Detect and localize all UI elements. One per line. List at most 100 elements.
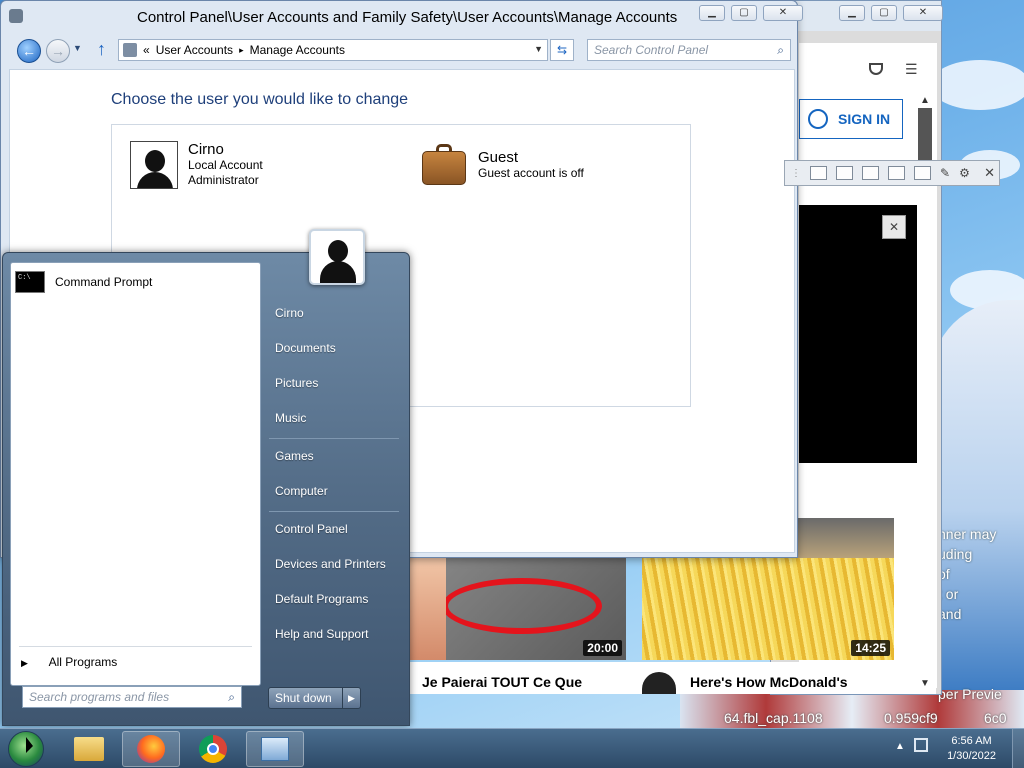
scroll-down-arrow[interactable]: ▼	[920, 678, 930, 689]
maximize-button[interactable]: ▢	[871, 5, 897, 21]
desktop-text: 64.fbl_cap.1108	[724, 710, 823, 726]
start-item-help-support[interactable]: Help and Support	[275, 627, 368, 641]
account-role: Administrator	[188, 173, 259, 187]
command-prompt-item[interactable]: C:\ Command Prompt	[15, 271, 152, 293]
breadcrumb-overflow[interactable]: «	[143, 43, 150, 57]
search-icon: ⌕	[777, 43, 784, 57]
search-control-panel-input[interactable]: Search Control Panel ⌕	[587, 39, 791, 61]
breadcrumb-user-accounts[interactable]: User Accounts	[156, 43, 233, 57]
wallpaper-art	[930, 300, 1024, 720]
page-heading: Choose the user you would like to change	[111, 91, 409, 108]
account-name: Cirno	[188, 141, 224, 158]
account-name: Guest	[478, 149, 519, 166]
start-item-user[interactable]: Cirno	[275, 306, 304, 320]
user-avatar-icon	[130, 141, 178, 189]
shutdown-options-arrow-icon[interactable]: ▶	[342, 688, 360, 708]
clock-time: 6:56 AM	[951, 735, 992, 747]
breadcrumb-manage-accounts[interactable]: Manage Accounts	[250, 43, 345, 57]
search-placeholder: Search programs and files	[29, 690, 170, 704]
video-thumbnail[interactable]: 20:00	[410, 556, 626, 660]
close-button[interactable]: ✕	[903, 5, 943, 21]
taskbar-explorer[interactable]	[60, 731, 118, 767]
minimize-button[interactable]: ▁	[839, 5, 865, 21]
up-arrow-icon[interactable]: ↑	[97, 39, 106, 60]
clock-date: 1/30/2022	[947, 750, 996, 762]
desktop-text: 6c0	[984, 710, 1007, 726]
shutdown-label: Shut down	[275, 691, 332, 705]
taskbar-control-panel[interactable]	[246, 731, 304, 767]
network-icon[interactable]	[914, 166, 931, 180]
recent-pages-dropdown-icon[interactable]: ▼	[73, 43, 82, 53]
terminal-icon: C:\	[15, 271, 45, 293]
sign-in-label: SIGN IN	[838, 111, 891, 127]
show-hidden-icons-arrow[interactable]: ▲	[895, 741, 905, 752]
sign-in-button[interactable]: SIGN IN	[799, 99, 903, 139]
chrome-icon	[199, 735, 227, 763]
cursor-icon[interactable]	[888, 166, 905, 180]
account-tile-cirno[interactable]: Cirno Local Account Administrator	[130, 141, 263, 189]
all-programs-item[interactable]: ▶ All Programs	[21, 655, 117, 669]
account-type: Local Account	[188, 158, 263, 172]
menu-icon[interactable]: ☰	[905, 61, 918, 78]
divider	[269, 511, 399, 512]
video-player[interactable]: ✕	[799, 205, 917, 463]
grip-icon[interactable]: ⋮	[791, 168, 801, 179]
user-avatar-icon[interactable]	[309, 229, 365, 285]
user-circle-icon	[808, 109, 828, 129]
start-item-control-panel[interactable]: Control Panel	[275, 522, 348, 536]
start-item-devices-printers[interactable]: Devices and Printers	[275, 557, 386, 571]
window-icon[interactable]	[810, 166, 827, 180]
start-item-computer[interactable]: Computer	[275, 484, 328, 498]
pocket-icon[interactable]	[869, 63, 883, 75]
system-clock[interactable]: 6:56 AM 1/30/2022	[947, 734, 996, 764]
close-icon[interactable]: ✕	[984, 165, 995, 181]
account-tile-guest[interactable]: Guest Guest account is off	[420, 141, 584, 189]
start-item-games[interactable]: Games	[275, 449, 314, 463]
desktop-text: per Previe	[938, 686, 1002, 702]
control-panel-icon	[261, 737, 289, 761]
all-programs-label: All Programs	[48, 655, 118, 669]
address-dropdown-icon[interactable]: ▼	[534, 44, 543, 54]
monitor-icon[interactable]	[862, 166, 879, 180]
shutdown-button[interactable]: Shut down ▶	[268, 687, 361, 709]
desktop-text: uding	[938, 546, 973, 562]
show-desktop-button[interactable]	[1012, 729, 1024, 768]
search-placeholder: Search Control Panel	[594, 43, 709, 57]
forward-arrow-icon[interactable]: →	[46, 39, 70, 63]
start-item-documents[interactable]: Documents	[275, 341, 336, 355]
start-item-music[interactable]: Music	[275, 411, 306, 425]
back-arrow-icon[interactable]: ←	[17, 39, 41, 63]
breadcrumb-separator-icon[interactable]: ▸	[239, 45, 244, 56]
eyedropper-icon[interactable]: ✎	[940, 166, 950, 180]
minimize-button[interactable]: ▁	[699, 5, 725, 21]
mouse-cursor-icon	[26, 737, 33, 753]
maximize-button[interactable]: ▢	[731, 5, 757, 21]
refresh-icon[interactable]: ⇆	[550, 39, 574, 61]
network-icon[interactable]	[914, 738, 928, 752]
window-icon[interactable]	[836, 166, 853, 180]
divider	[19, 646, 252, 647]
start-menu-programs-pane: C:\ Command Prompt ▶ All Programs	[10, 262, 261, 686]
chevron-right-icon: ▶	[21, 658, 28, 668]
firefox-icon	[137, 735, 165, 763]
search-icon: ⌕	[228, 690, 235, 704]
suitcase-icon	[420, 141, 468, 189]
account-status: Guest account is off	[478, 166, 584, 180]
close-button[interactable]: ✕	[763, 5, 803, 21]
window-title: Control Panel\User Accounts and Family S…	[137, 9, 678, 26]
video-title[interactable]: Je Paierai TOUT Ce Que	[422, 674, 582, 690]
video-duration: 20:00	[583, 640, 622, 656]
start-search-input[interactable]: Search programs and files ⌕	[22, 686, 242, 708]
gear-icon[interactable]: ⚙	[959, 166, 970, 180]
start-item-pictures[interactable]: Pictures	[275, 376, 318, 390]
start-item-default-programs[interactable]: Default Programs	[275, 592, 368, 606]
address-bar[interactable]: « User Accounts ▸ Manage Accounts ▼	[118, 39, 548, 61]
video-title[interactable]: Here's How McDonald's	[690, 674, 848, 690]
floating-toolbar: ⋮ ✎ ⚙ ✕	[784, 160, 1000, 186]
start-menu: C:\ Command Prompt ▶ All Programs Search…	[2, 229, 410, 726]
close-ad-button[interactable]: ✕	[882, 215, 906, 239]
taskbar-chrome[interactable]	[184, 731, 242, 767]
desktop-text: nner may	[938, 526, 997, 542]
taskbar-firefox[interactable]	[122, 731, 180, 767]
control-panel-icon	[9, 9, 23, 23]
